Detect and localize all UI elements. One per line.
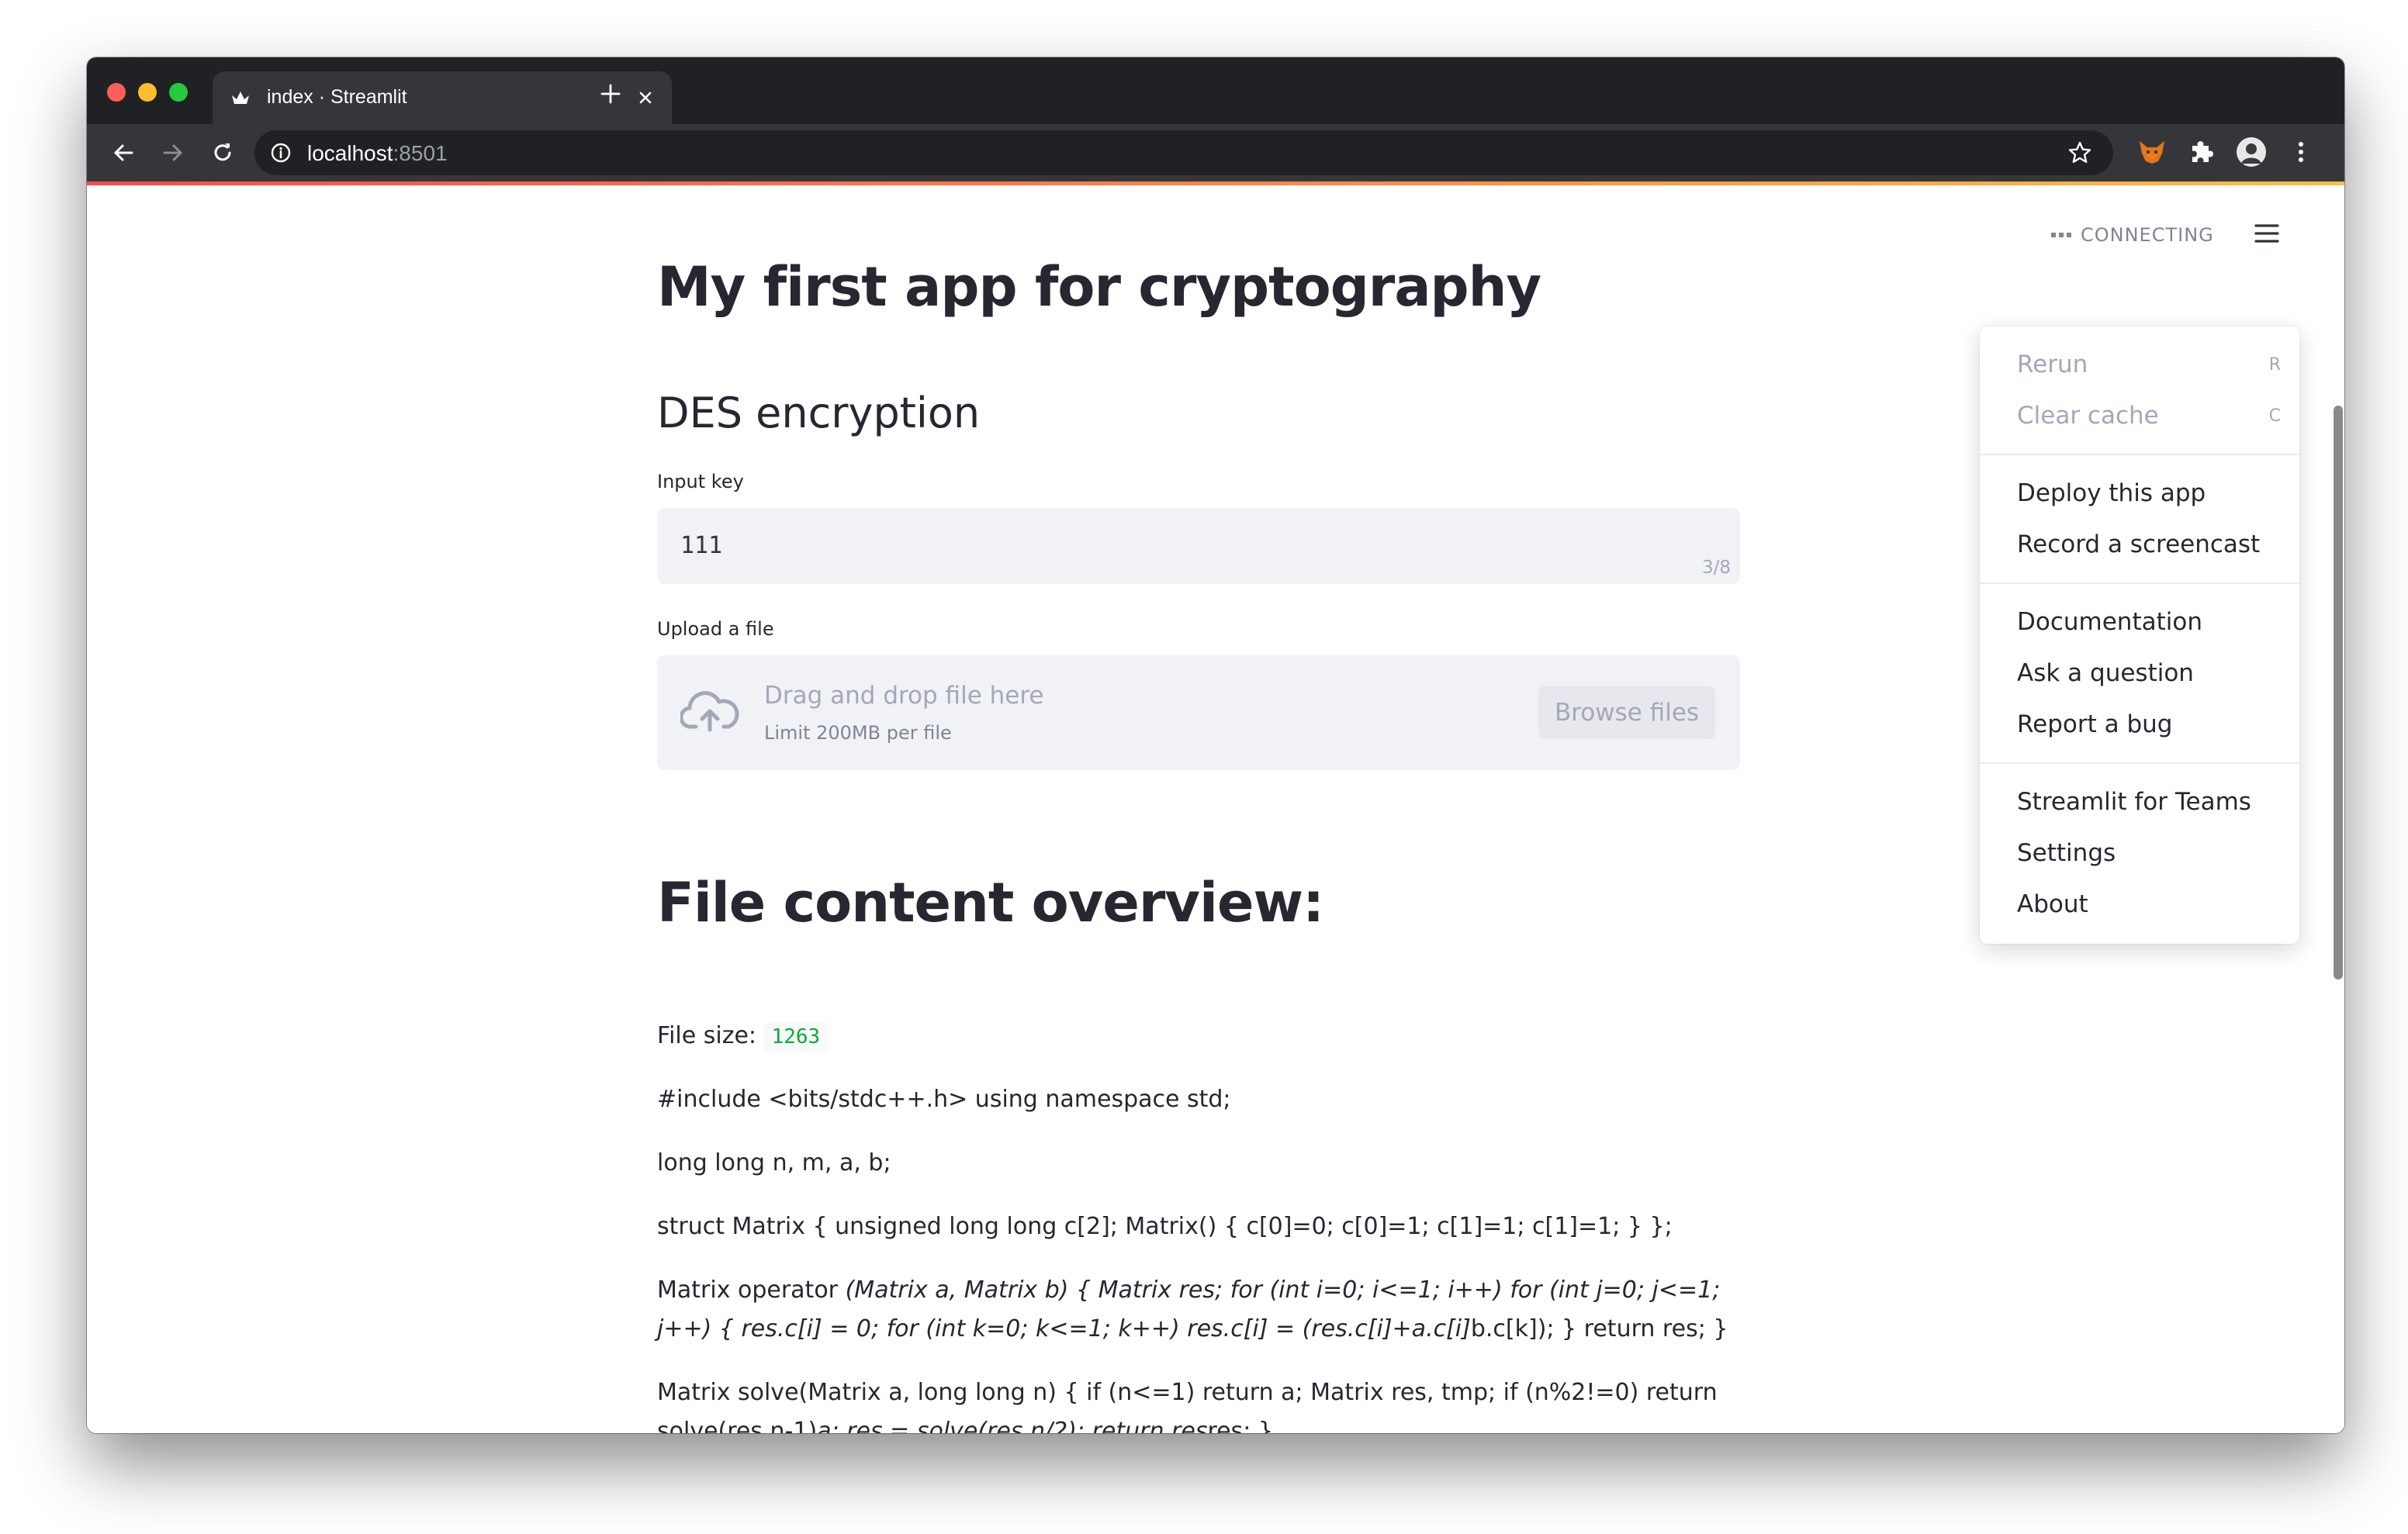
- url-host: localhost: [307, 141, 393, 165]
- minimize-window-button[interactable]: [138, 83, 157, 102]
- text-plain: b.c[k]); } return res; }: [1470, 1315, 1728, 1342]
- fox-extension-icon[interactable]: [2136, 136, 2168, 168]
- key-input-container[interactable]: 3/8: [657, 508, 1740, 584]
- menu-item-documentation[interactable]: Documentation: [2017, 599, 2281, 644]
- menu-item-label: Record a screencast: [2017, 530, 2261, 558]
- upload-label: Upload a file: [657, 618, 774, 640]
- info-icon[interactable]: [270, 142, 292, 164]
- maximize-window-button[interactable]: [169, 83, 188, 102]
- menu-item-about[interactable]: About: [2017, 882, 2281, 927]
- file-content-paragraph: Matrix solve(Matrix a, long long n) { if…: [657, 1373, 1743, 1433]
- overview-heading: File content overview:: [657, 871, 1324, 935]
- menu-item-streamlit-teams[interactable]: Streamlit for Teams: [2017, 779, 2281, 824]
- bookmark-star-icon[interactable]: [2067, 140, 2093, 166]
- main-menu-dropdown: Rerun R Clear cache C Deploy this app Re…: [1980, 326, 2299, 944]
- shortcut-key: R: [2268, 354, 2281, 375]
- url-port: :8501: [393, 141, 448, 165]
- file-content-line: long long n, m, a, b;: [657, 1149, 891, 1176]
- file-content-paragraph: Matrix operator (Matrix a, Matrix b) { M…: [657, 1271, 1743, 1349]
- menu-item-label: Clear cache: [2017, 402, 2159, 430]
- file-size-line: File size: 1263: [657, 1017, 1743, 1056]
- back-arrow-icon[interactable]: [109, 138, 138, 168]
- menu-divider: [1980, 454, 2299, 455]
- menu-divider: [1980, 582, 2299, 584]
- new-tab-plus-icon[interactable]: [599, 82, 622, 105]
- key-input-label: Input key: [657, 471, 744, 492]
- cloud-upload-icon: [680, 691, 739, 732]
- status-text: CONNECTING: [2081, 224, 2214, 246]
- close-window-button[interactable]: [107, 83, 126, 102]
- file-size-value: 1263: [763, 1022, 829, 1052]
- menu-item-label: Documentation: [2017, 608, 2202, 636]
- text-plain: res; }: [1207, 1418, 1273, 1433]
- address-bar[interactable]: localhost:8501: [254, 130, 2113, 175]
- streamlit-favicon-icon: [232, 92, 249, 104]
- page-scrollbar[interactable]: [2334, 406, 2343, 979]
- url-text: localhost:8501: [307, 141, 448, 166]
- menu-item-label: About: [2017, 890, 2088, 918]
- close-tab-icon[interactable]: [633, 85, 658, 110]
- menu-item-label: Report a bug: [2017, 710, 2173, 738]
- menu-item-report-bug[interactable]: Report a bug: [2017, 702, 2281, 747]
- menu-item-clear-cache[interactable]: Clear cache C: [2017, 393, 2281, 438]
- browse-files-button[interactable]: Browse files: [1538, 686, 1715, 739]
- puzzle-extensions-icon[interactable]: [2186, 136, 2217, 168]
- app-content: My first app for cryptography DES encryp…: [87, 185, 2344, 1433]
- dropzone-instructions: Drag and drop file here: [764, 682, 1044, 710]
- text-italic: a; res = solve(res,n/2); return res: [817, 1418, 1208, 1433]
- kebab-menu-icon[interactable]: [2285, 136, 2316, 168]
- avatar[interactable]: [2236, 136, 2267, 168]
- file-content-line: struct Matrix { unsigned long long c[2];…: [657, 1213, 1673, 1240]
- menu-item-label: Settings: [2017, 839, 2116, 867]
- browser-toolbar: localhost:8501: [87, 124, 2344, 181]
- menu-item-ask-question[interactable]: Ask a question: [2017, 651, 2281, 696]
- menu-item-rerun[interactable]: Rerun R: [2017, 342, 2281, 387]
- menu-item-record-screencast[interactable]: Record a screencast: [2017, 522, 2281, 567]
- menu-item-settings[interactable]: Settings: [2017, 831, 2281, 876]
- file-content-line: #include <bits/stdc++.h> using namespace…: [657, 1086, 1231, 1113]
- forward-arrow-icon[interactable]: [158, 138, 188, 168]
- section-subtitle: DES encryption: [657, 389, 981, 437]
- file-dropzone[interactable]: Drag and drop file here Limit 200MB per …: [657, 655, 1740, 770]
- menu-item-label: Rerun: [2017, 351, 2088, 378]
- char-counter: 3/8: [1701, 558, 1731, 578]
- dropzone-limit: Limit 200MB per file: [764, 722, 952, 744]
- menu-item-label: Streamlit for Teams: [2017, 788, 2251, 816]
- status-dots-icon: [2051, 233, 2071, 237]
- key-input[interactable]: [680, 530, 1611, 561]
- reload-icon[interactable]: [208, 138, 237, 168]
- menu-item-deploy[interactable]: Deploy this app: [2017, 471, 2281, 516]
- menu-item-label: Deploy this app: [2017, 479, 2206, 507]
- hamburger-menu-icon[interactable]: [2251, 218, 2282, 249]
- tab-bar: index · Streamlit: [87, 57, 2344, 124]
- browser-window: index · Streamlit localhost:8501 My firs…: [87, 57, 2344, 1433]
- page-title: My first app for cryptography: [657, 255, 1541, 319]
- file-size-label: File size:: [657, 1022, 757, 1049]
- connection-status: CONNECTING: [2051, 223, 2214, 247]
- shortcut-key: C: [2268, 406, 2281, 426]
- tab-title: index · Streamlit: [267, 86, 407, 108]
- menu-divider: [1980, 762, 2299, 764]
- text-plain: Matrix operator: [657, 1277, 846, 1304]
- menu-item-label: Ask a question: [2017, 659, 2194, 687]
